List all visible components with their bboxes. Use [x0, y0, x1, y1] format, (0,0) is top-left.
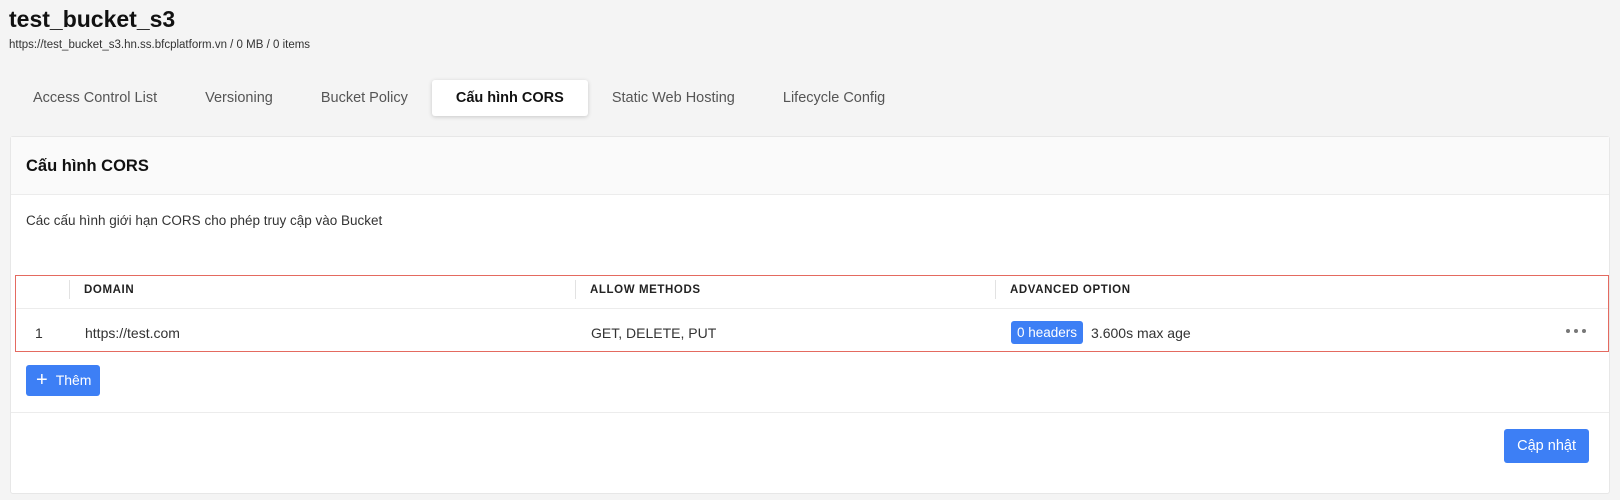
column-header-allow-methods: ALLOW METHODS	[590, 284, 701, 296]
card-title: Cấu hình CORS	[11, 137, 1609, 195]
card-description: Các cấu hình giới hạn CORS cho phép truy…	[26, 213, 383, 228]
column-separator	[69, 280, 70, 299]
tab-cors-config[interactable]: Cấu hình CORS	[431, 80, 588, 116]
column-separator	[575, 280, 576, 299]
column-separator	[995, 280, 996, 299]
add-button[interactable]: + Thêm	[26, 365, 101, 396]
bucket-title: test_bucket_s3	[9, 6, 176, 32]
row-index: 1	[35, 325, 43, 341]
column-header-domain: DOMAIN	[84, 284, 135, 296]
divider	[11, 412, 1609, 413]
cors-table: DOMAIN ALLOW METHODS ADVANCED OPTION 1 h…	[15, 275, 1609, 352]
cors-card: Cấu hình CORS Các cấu hình giới hạn CORS…	[10, 136, 1610, 494]
max-age-text: 3.600s max age	[1091, 325, 1191, 341]
headers-badge[interactable]: 0 headers	[1011, 320, 1084, 344]
row-domain: https://test.com	[85, 325, 180, 341]
table-header: DOMAIN ALLOW METHODS ADVANCED OPTION	[16, 276, 1608, 309]
tab-static-web-hosting[interactable]: Static Web Hosting	[588, 80, 759, 116]
row-advanced-option: 0 headers 3.600s max age	[1011, 309, 1191, 351]
tab-bucket-policy[interactable]: Bucket Policy	[297, 80, 432, 116]
tab-versioning[interactable]: Versioning	[181, 80, 297, 116]
plus-icon: +	[36, 369, 48, 391]
bucket-info: https://test_bucket_s3.hn.ss.bfcplatform…	[9, 39, 311, 51]
tab-access-control-list[interactable]: Access Control List	[9, 80, 181, 116]
add-button-label: Thêm	[55, 372, 92, 388]
update-button[interactable]: Cập nhật	[1504, 429, 1589, 463]
tab-lifecycle-config[interactable]: Lifecycle Config	[759, 80, 909, 116]
row-methods: GET, DELETE, PUT	[591, 325, 717, 341]
table-row: 1 https://test.com GET, DELETE, PUT 0 he…	[16, 309, 1608, 351]
tab-bar: Access Control List Versioning Bucket Po…	[9, 80, 909, 116]
column-header-advanced-option: ADVANCED OPTION	[1010, 284, 1131, 296]
more-horizontal-icon[interactable]	[1566, 326, 1586, 336]
